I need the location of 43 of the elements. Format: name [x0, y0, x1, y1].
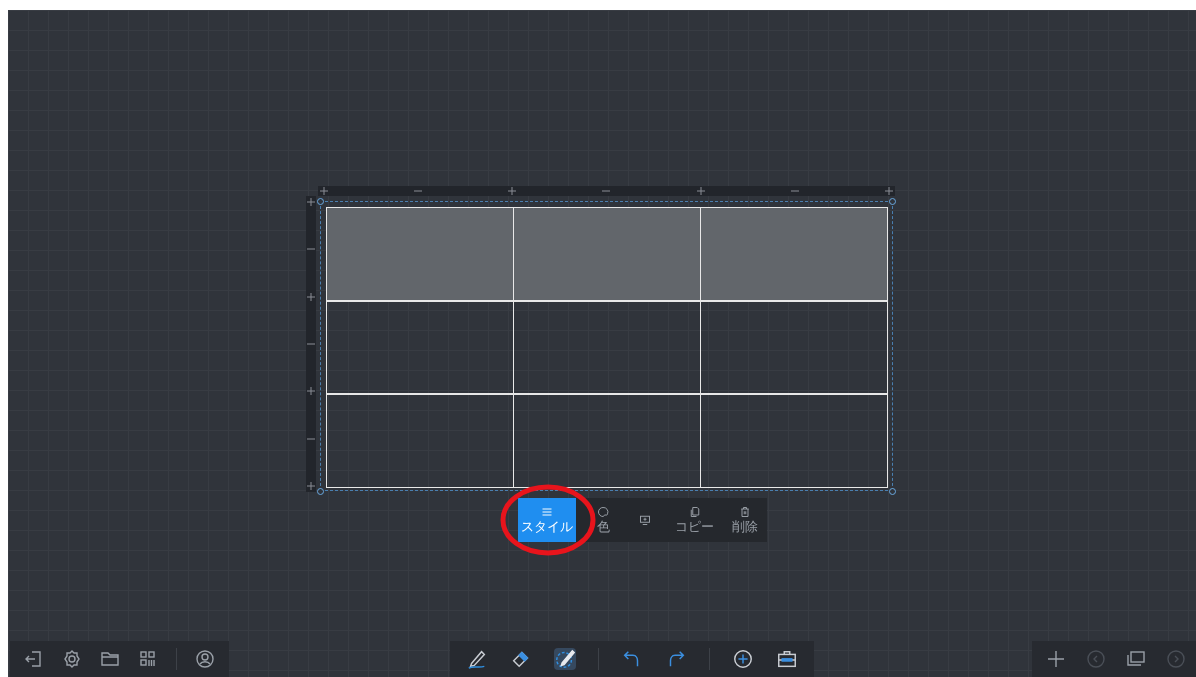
minus-icon[interactable] — [790, 187, 799, 195]
plus-icon[interactable] — [884, 187, 893, 195]
pen-icon[interactable] — [465, 648, 488, 670]
minus-icon[interactable] — [414, 187, 423, 195]
user-icon[interactable] — [195, 649, 215, 669]
plus-icon[interactable] — [696, 187, 705, 195]
table-cell[interactable] — [699, 393, 888, 488]
resize-handle[interactable] — [317, 198, 324, 205]
plus-icon[interactable] — [320, 187, 328, 195]
table-cell[interactable] — [326, 393, 515, 488]
plus-icon[interactable] — [307, 387, 315, 396]
screens-icon[interactable] — [1126, 649, 1146, 669]
trash-icon — [739, 506, 751, 518]
lines-icon — [541, 506, 553, 518]
resize-handle[interactable] — [317, 488, 324, 495]
plus-icon[interactable] — [508, 187, 517, 195]
table-cell[interactable] — [512, 393, 702, 488]
plus-icon[interactable] — [307, 198, 315, 206]
table-cell[interactable] — [699, 300, 888, 395]
table-cell[interactable] — [699, 207, 888, 302]
plus-icon[interactable] — [1046, 649, 1066, 669]
apps-icon[interactable] — [138, 649, 158, 669]
exit-icon[interactable] — [24, 649, 44, 669]
resize-handle[interactable] — [889, 198, 896, 205]
color-button[interactable]: 色 — [588, 498, 618, 542]
plus-icon[interactable] — [307, 481, 315, 490]
style-button[interactable]: スタイル — [518, 498, 576, 542]
table-cell[interactable] — [326, 300, 515, 395]
resize-handle[interactable] — [889, 488, 896, 495]
copy-button[interactable]: コピー — [672, 498, 717, 542]
folder-icon[interactable] — [100, 649, 120, 669]
settings-icon[interactable] — [62, 649, 82, 669]
minus-icon[interactable] — [602, 187, 611, 195]
add-icon[interactable] — [731, 648, 754, 670]
minus-icon[interactable] — [307, 340, 315, 348]
monitor-icon — [639, 514, 651, 526]
table-cell[interactable] — [326, 207, 515, 302]
copy-icon — [688, 506, 701, 518]
delete-button[interactable]: 削除 — [729, 498, 761, 542]
table-cell[interactable] — [512, 207, 702, 302]
table-cell[interactable] — [512, 300, 702, 395]
toolbox-icon[interactable] — [775, 648, 798, 670]
plus-icon[interactable] — [307, 292, 315, 301]
